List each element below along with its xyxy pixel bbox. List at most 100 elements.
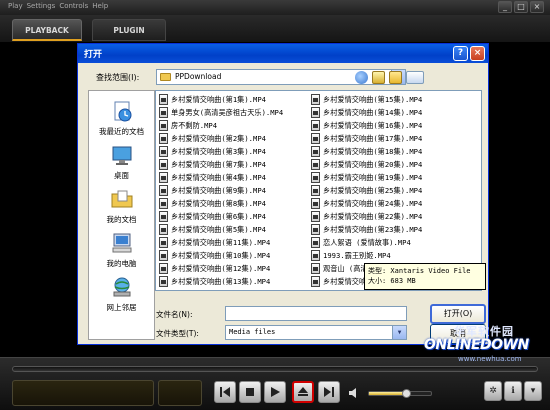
video-file-icon <box>159 237 168 248</box>
file-item[interactable]: 乡村爱情交响曲(第10集).MP4 <box>159 249 270 262</box>
file-name: 乡村爱情交响曲(第14集).MP4 <box>323 107 423 117</box>
file-item[interactable]: 乡村爱情交响曲(第7集).MP4 <box>159 158 266 171</box>
menu-settings[interactable]: Settings <box>27 2 56 10</box>
menu-help[interactable]: Help <box>92 2 108 10</box>
look-in-label: 查找范围(I): <box>96 73 140 82</box>
video-file-icon <box>311 185 320 196</box>
volume-fill <box>369 392 407 395</box>
file-name: 乡村爱情交响曲(第18集).MP4 <box>323 146 423 156</box>
player-window-buttons: _ □ × <box>498 1 544 13</box>
next-button[interactable] <box>318 381 340 403</box>
file-item[interactable]: 乡村爱情交响曲(第1集).MP4 <box>159 93 266 106</box>
volume-knob[interactable] <box>402 389 412 398</box>
playlist-button[interactable]: ▾ <box>524 381 542 401</box>
stop-button[interactable] <box>239 381 261 403</box>
open-file-button[interactable] <box>292 381 314 403</box>
eject-icon <box>298 387 308 396</box>
seek-bar[interactable] <box>12 366 538 372</box>
chevron-down-icon[interactable]: ▼ <box>392 326 406 339</box>
file-item[interactable]: 乡村爱情交响曲(第25集).MP4 <box>311 184 422 197</box>
file-name: 乡村爱情交响曲(第16集).MP4 <box>323 120 423 130</box>
up-folder-icon[interactable] <box>372 71 385 84</box>
stop-icon <box>246 388 254 396</box>
play-button[interactable] <box>264 381 286 403</box>
minimize-button[interactable]: _ <box>498 1 512 13</box>
video-file-icon <box>311 237 320 248</box>
file-item[interactable]: 乡村爱情交响曲(第9集).MP4 <box>159 184 266 197</box>
look-in-dropdown[interactable]: PPDownload ▼ <box>156 69 406 85</box>
place-desktop[interactable]: 桌面 <box>89 143 154 181</box>
file-item[interactable]: 乡村爱情交响曲(第17集).MP4 <box>311 132 422 145</box>
maximize-button[interactable]: □ <box>514 1 528 13</box>
file-item[interactable]: 乡村爱情交响曲(第3集).MP4 <box>159 145 266 158</box>
video-file-icon <box>159 211 168 222</box>
video-file-icon <box>311 198 320 209</box>
info-display <box>12 380 154 406</box>
new-folder-icon[interactable] <box>389 71 402 84</box>
file-item[interactable]: 乡村爱情交响曲(第24集).MP4 <box>311 197 422 210</box>
file-item[interactable]: 乡村爱情交响曲(第14集).MP4 <box>311 106 422 119</box>
dialog-close-button[interactable]: × <box>470 46 485 61</box>
file-item[interactable]: 乡村爱情交响曲(第19集).MP4 <box>311 171 422 184</box>
site-watermark: 华军软件园 ONLINEDOWN www.newhua.com <box>420 323 548 365</box>
video-file-icon <box>311 120 320 131</box>
video-file-icon <box>311 224 320 235</box>
video-file-icon <box>311 172 320 183</box>
file-list[interactable]: 乡村爱情交响曲(第1集).MP4 单身男女(高清吴彦祖古天乐).MP4 房不剩防.M… <box>155 90 482 291</box>
file-item[interactable]: 乡村爱情交响曲(第18集).MP4 <box>311 145 422 158</box>
file-item[interactable]: 乡村爱情交响曲(第11集).MP4 <box>159 236 270 249</box>
info-button[interactable]: ℹ <box>504 381 522 401</box>
place-my-documents-label: 我的文档 <box>106 215 137 224</box>
place-my-computer-label: 我的电脑 <box>106 259 137 268</box>
file-item[interactable]: 乡村爱情交响曲(第8集).MP4 <box>159 197 266 210</box>
filetype-value: Media files <box>229 328 276 336</box>
place-recent[interactable]: 我最近的文档 <box>89 99 154 137</box>
file-name: 乡村爱情交响曲(第3集).MP4 <box>171 146 266 156</box>
menu-play[interactable]: Play <box>8 2 23 10</box>
tab-playback[interactable]: PLAYBACK <box>12 19 82 41</box>
file-item[interactable]: 乡村爱情交响曲(第15集).MP4 <box>311 93 422 106</box>
chevron-down-icon: ▾ <box>530 386 536 396</box>
file-item[interactable]: 乡村爱情交响曲(第5集).MP4 <box>159 223 266 236</box>
filename-input[interactable] <box>225 306 407 321</box>
place-network-label: 网上邻居 <box>106 303 137 312</box>
file-item[interactable]: 乡村爱情交响曲(第4集).MP4 <box>159 171 266 184</box>
file-item[interactable]: 乡村爱情交响曲(第22集).MP4 <box>311 210 422 223</box>
file-item[interactable]: 恋人絮语 (爱情故事).MP4 <box>311 236 411 249</box>
file-item[interactable]: 1993.霸王别姬.MP4 <box>311 249 391 262</box>
file-name: 乡村爱情交响曲(第10集).MP4 <box>171 250 271 260</box>
file-name: 乡村爱情交响曲(第22集).MP4 <box>323 211 423 221</box>
places-bar: 我最近的文档 桌面 我的文档 我的电脑 网上邻居 <box>88 90 155 340</box>
file-name: 乡村爱情交响曲(第4集).MP4 <box>171 172 266 182</box>
previous-button[interactable] <box>214 381 236 403</box>
file-name: 乡村爱情交响曲(第13集).MP4 <box>171 276 271 286</box>
video-file-icon <box>311 263 320 274</box>
dialog-help-button[interactable]: ? <box>453 46 468 61</box>
file-item[interactable]: 乡村爱情交响曲(第16集).MP4 <box>311 119 422 132</box>
file-name: 乡村爱情交响曲(第20集).MP4 <box>323 159 423 169</box>
skip-forward-icon <box>324 387 334 397</box>
speaker-icon[interactable] <box>348 387 360 399</box>
player-titlebar: Play Settings Controls Help _ □ × <box>0 0 550 15</box>
back-icon[interactable] <box>355 71 368 84</box>
file-item[interactable]: 乡村爱情交响曲(第23集).MP4 <box>311 223 422 236</box>
place-my-documents[interactable]: 我的文档 <box>89 187 154 225</box>
file-item[interactable]: 单身男女(高清吴彦祖古天乐).MP4 <box>159 106 283 119</box>
file-item[interactable]: 乡村爱情交响曲(第20集).MP4 <box>311 158 422 171</box>
settings-button[interactable]: ✲ <box>484 381 502 401</box>
place-my-computer[interactable]: 我的电脑 <box>89 231 154 269</box>
close-button[interactable]: × <box>530 1 544 13</box>
file-item[interactable]: 乡村爱情交响曲(第6集).MP4 <box>159 210 266 223</box>
file-item[interactable]: 乡村爱情交响曲(第13集).MP4 <box>159 275 270 288</box>
place-network[interactable]: 网上邻居 <box>89 275 154 313</box>
tab-plugin-manager[interactable]: PLUGIN MANAGER <box>92 19 166 57</box>
menu-controls[interactable]: Controls <box>59 2 88 10</box>
place-recent-label: 我最近的文档 <box>99 127 144 136</box>
file-item[interactable]: 乡村爱情交响曲(第2集).MP4 <box>159 132 266 145</box>
file-item[interactable]: 乡村爱情交响曲(第12集).MP4 <box>159 262 270 275</box>
filetype-select[interactable]: Media files ▼ <box>225 325 407 340</box>
file-item[interactable]: 房不剩防.MP4 <box>159 119 217 132</box>
volume-slider[interactable] <box>368 389 432 398</box>
open-button[interactable]: 打开(O) <box>430 304 486 324</box>
view-menu-icon[interactable] <box>406 71 424 84</box>
